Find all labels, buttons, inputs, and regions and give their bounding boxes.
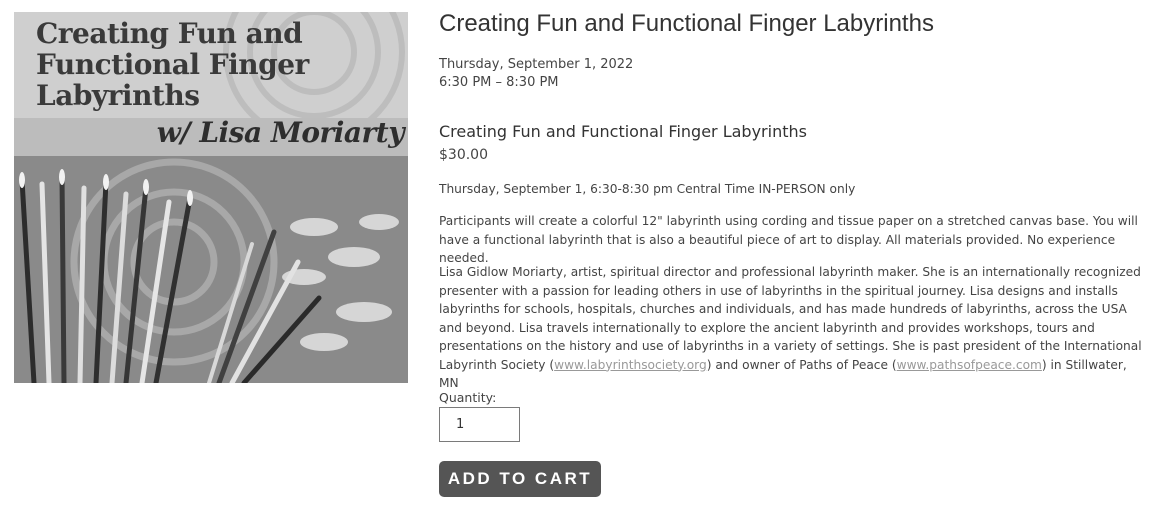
paths-of-peace-link[interactable]: www.pathsofpeace.com	[897, 358, 1042, 372]
labyrinth-society-link[interactable]: www.labyrinthsociety.org	[554, 358, 707, 372]
bio-text: ) and owner of Paths of Peace (	[706, 357, 897, 372]
product-price: $30.00	[439, 147, 488, 163]
event-schedule: Thursday, September 1, 6:30-8:30 pm Cent…	[439, 182, 856, 196]
bio-text: Lisa Gidlow Moriarty, artist, spiritual …	[439, 265, 1142, 372]
page-title: Creating Fun and Functional Finger Labyr…	[439, 10, 934, 37]
product-name: Creating Fun and Functional Finger Labyr…	[439, 122, 807, 141]
presenter-bio: Lisa Gidlow Moriarty, artist, spiritual …	[439, 263, 1144, 393]
event-date: Thursday, September 1, 2022	[439, 57, 634, 72]
image-subtitle-text: w/ Lisa Moriarty	[156, 116, 405, 149]
event-description: Participants will create a colorful 12" …	[439, 214, 1138, 265]
image-title-text: Creating Fun and Functional Finger Labyr…	[36, 17, 309, 112]
quantity-input[interactable]	[439, 407, 520, 442]
quantity-label: Quantity:	[439, 390, 497, 405]
event-time: 6:30 PM – 8:30 PM	[439, 75, 559, 90]
add-to-cart-button[interactable]: ADD TO CART	[439, 461, 601, 497]
product-image: Creating Fun and Functional Finger Labyr…	[14, 12, 408, 383]
